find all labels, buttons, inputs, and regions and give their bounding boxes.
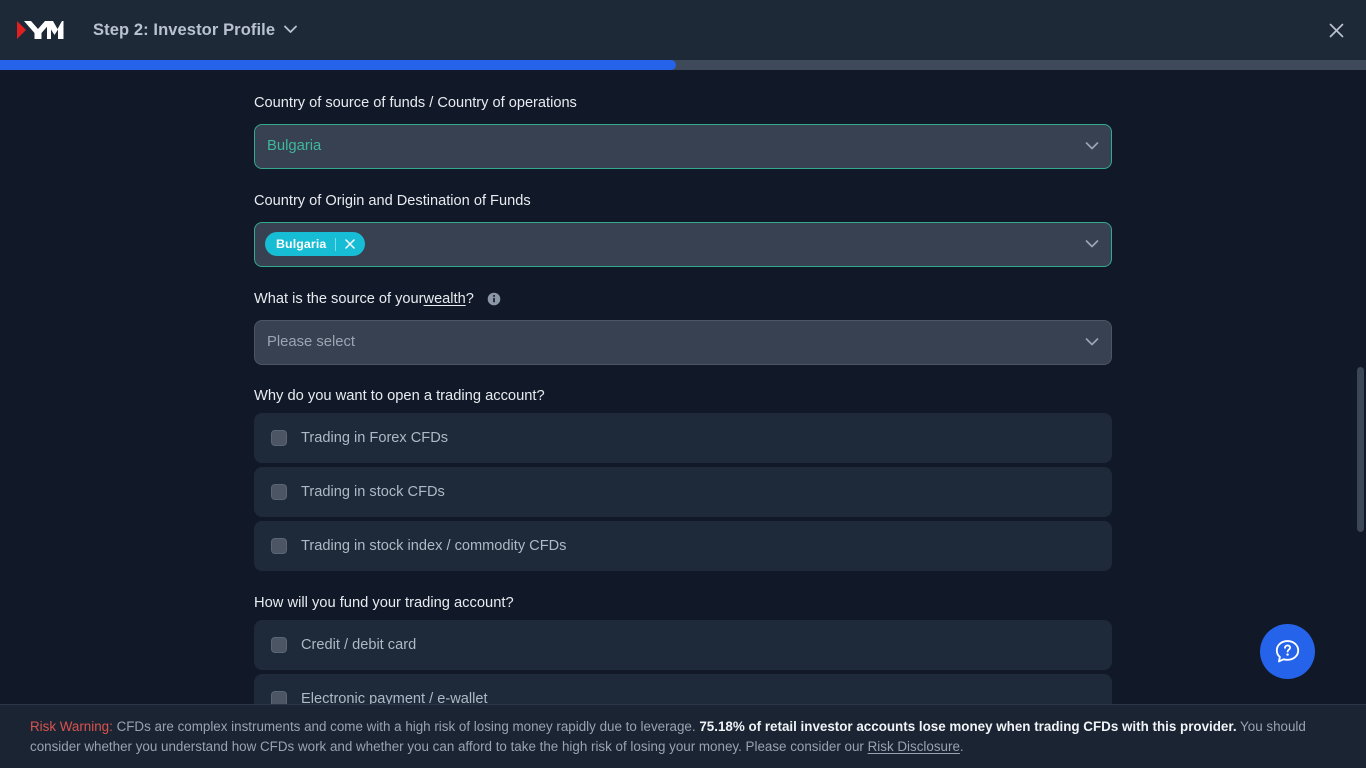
country-origin-multiselect[interactable]: Bulgaria <box>254 221 1112 267</box>
app-header: Step 2: Investor Profile <box>0 0 1366 60</box>
risk-warning-bar: Risk Warning: CFDs are complex instrumen… <box>0 704 1366 768</box>
why-open-option-row[interactable]: Trading in stock CFDs <box>254 466 1112 517</box>
progress-bar-fill <box>0 60 677 70</box>
risk-warning-text: Risk Warning: CFDs are complex instrumen… <box>30 717 1336 757</box>
risk-period: . <box>959 739 964 754</box>
chip-divider <box>335 237 337 251</box>
checkbox-1[interactable] <box>271 636 287 653</box>
checkbox-3[interactable] <box>271 537 287 554</box>
source-of-wealth-placeholder: Please select <box>267 334 356 351</box>
label-wealth-term[interactable]: wealth <box>424 290 466 309</box>
label-prefix: What is the source of your <box>254 290 424 307</box>
why-open-option-label: Trading in Forex CFDs <box>301 429 449 446</box>
how-fund-option-label: Credit / debit card <box>301 636 417 653</box>
why-open-option-label: Trading in stock index / commodity CFDs <box>301 537 567 554</box>
how-fund-option-list: Credit / debit card Electronic payment / … <box>254 619 1112 704</box>
label-suffix: ? <box>465 290 474 307</box>
close-icon <box>1329 23 1343 37</box>
country-origin-label: Country of Origin and Destination of Fun… <box>254 192 531 209</box>
how-fund-label: How will you fund your trading account? <box>254 594 514 611</box>
country-source-value: Bulgaria <box>267 138 322 155</box>
risk-warning-prefix: Risk Warning: <box>30 719 113 734</box>
risk-body-1: CFDs are complex instruments and come wi… <box>112 719 700 734</box>
checkbox-2[interactable] <box>271 483 287 500</box>
risk-disclosure-link[interactable]: Risk Disclosure <box>868 739 960 754</box>
chip-label: Bulgaria <box>276 237 327 252</box>
close-button[interactable] <box>1320 14 1352 46</box>
chevron-down-icon <box>1085 142 1099 151</box>
chat-question-icon <box>1275 640 1300 663</box>
chip-remove-icon[interactable] <box>342 236 358 252</box>
how-fund-option-row[interactable]: Electronic payment / e-wallet <box>254 673 1112 704</box>
chevron-down-icon <box>284 21 298 39</box>
scrollbar-thumb[interactable] <box>1357 367 1364 532</box>
info-icon[interactable] <box>487 292 501 306</box>
why-open-option-label: Trading in stock CFDs <box>301 483 445 500</box>
source-of-wealth-select[interactable]: Please select <box>254 319 1112 365</box>
step-title-dropdown[interactable]: Step 2: Investor Profile <box>93 20 298 40</box>
form-scroll-area: Country of source of funds / Country of … <box>0 60 1366 704</box>
how-fund-option-label: Electronic payment / e-wallet <box>301 690 488 704</box>
chevron-down-icon <box>1085 240 1099 249</box>
checkbox-2[interactable] <box>271 690 287 704</box>
xm-logo <box>16 17 64 43</box>
how-fund-option-row[interactable]: Credit / debit card <box>254 619 1112 670</box>
progress-bar-track <box>0 60 1366 70</box>
why-open-option-list: Trading in Forex CFDs Trading in stock CF… <box>254 412 1112 571</box>
country-source-select[interactable]: Bulgaria <box>254 123 1112 169</box>
risk-statistic: 75.18% of retail investor accounts lose … <box>699 719 1237 734</box>
page-scrollbar[interactable] <box>1357 62 1364 704</box>
page-title: Step 2: Investor Profile <box>93 20 276 39</box>
chevron-down-icon <box>1085 338 1099 347</box>
checkbox-1[interactable] <box>271 429 287 446</box>
selected-chip[interactable]: Bulgaria <box>265 232 366 257</box>
why-open-label: Why do you want to open a trading accoun… <box>254 387 545 404</box>
why-open-option-row[interactable]: Trading in Forex CFDs <box>254 412 1112 463</box>
country-source-label: Country of source of funds / Country of … <box>254 95 577 111</box>
help-chat-button[interactable] <box>1260 624 1315 679</box>
source-of-wealth-label: What is the source of your wealth? <box>254 290 1112 309</box>
investor-profile-form: Country of source of funds / Country of … <box>254 60 1112 704</box>
why-open-option-row[interactable]: Trading in stock index / commodity CFDs <box>254 520 1112 571</box>
